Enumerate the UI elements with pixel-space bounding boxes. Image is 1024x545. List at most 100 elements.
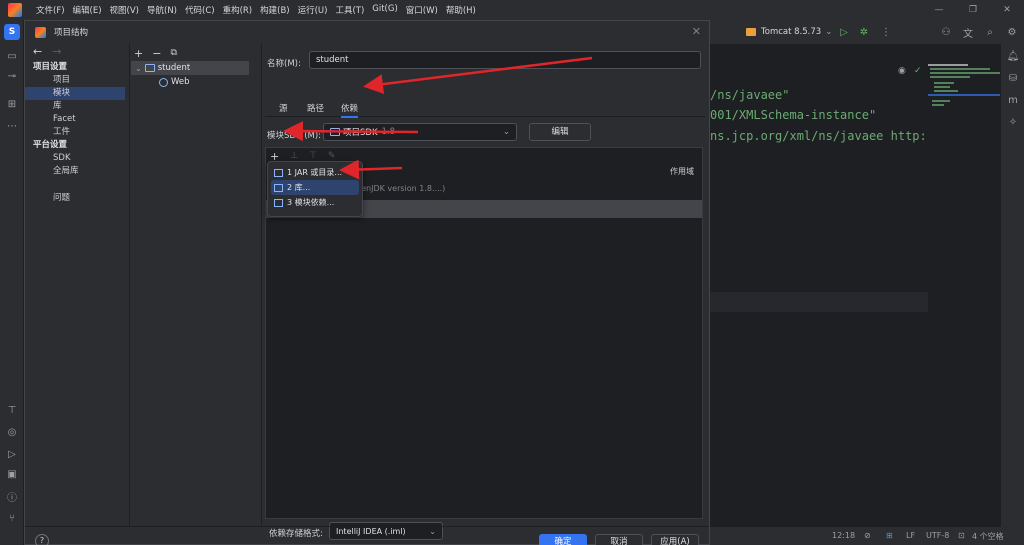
add-icon[interactable]: +: [134, 47, 143, 60]
forward-arrow-icon[interactable]: →: [52, 45, 61, 58]
move-up-icon[interactable]: ⊤: [309, 151, 317, 161]
menu-edit[interactable]: 编辑(E): [69, 4, 106, 16]
tree-node-web[interactable]: Web: [131, 75, 259, 89]
more-actions-icon[interactable]: ⋮: [876, 20, 896, 44]
no-git-icon[interactable]: ⊘: [864, 531, 871, 540]
ai-assistant-icon[interactable]: ✧: [1005, 114, 1021, 130]
settings-nav: 项目设置 项目 模块 库 Facet 工件 平台设置 SDK 全局库 问题: [25, 61, 129, 205]
nav-item-libraries[interactable]: 库: [25, 100, 129, 113]
debug-icon[interactable]: ✲: [854, 20, 874, 44]
edit-icon[interactable]: ✎: [328, 151, 336, 161]
dialog-buttons: ? 确定 取消 应用(A): [25, 526, 709, 545]
nav-item-problems[interactable]: 问题: [25, 192, 129, 205]
nav-item-project[interactable]: 项目: [25, 74, 129, 87]
popup-item-label: 1 JAR 或目录...: [287, 168, 343, 177]
copy-icon[interactable]: ⧉: [170, 48, 176, 58]
tree-toolbar: + − ⧉: [131, 43, 259, 61]
run-icon[interactable]: ▷: [834, 20, 854, 44]
back-arrow-icon[interactable]: ←: [33, 45, 42, 58]
popup-item-module-dependency[interactable]: 3 模块依赖...: [271, 195, 359, 210]
intellij-logo-icon: [35, 26, 46, 38]
structure-icon[interactable]: ⊞: [4, 96, 20, 112]
tree-node-label: student: [157, 63, 191, 73]
commit-icon[interactable]: ⊸: [4, 68, 20, 84]
menu-file[interactable]: 文件(F): [32, 4, 69, 16]
lock-icon[interactable]: ⊡: [958, 531, 965, 540]
minimap[interactable]: [928, 64, 1002, 124]
check-icon: ✓: [914, 66, 922, 76]
search-icon[interactable]: ⌕: [980, 20, 1000, 44]
line-separator[interactable]: LF: [906, 531, 915, 540]
menu-tools[interactable]: 工具(T): [331, 4, 368, 16]
cancel-button[interactable]: 取消: [595, 534, 643, 545]
terminal-icon[interactable]: ▣: [4, 466, 20, 482]
more-tools-icon[interactable]: ⋯: [4, 118, 20, 134]
popup-item-label: 3 模块依赖...: [287, 198, 335, 207]
problems-icon[interactable]: ⓘ: [4, 488, 20, 504]
menu-view[interactable]: 视图(V): [106, 4, 143, 16]
sdk-select[interactable]: 项目SDK 1.8 ⌄: [323, 123, 517, 141]
git-icon[interactable]: ⑂: [4, 510, 20, 526]
tree-node-student[interactable]: ⌄ student: [131, 61, 249, 75]
right-tool-strip: 🔔︎ ⛁ m ✧: [1000, 44, 1024, 545]
menu-build[interactable]: 构建(B): [256, 4, 293, 16]
menu-run[interactable]: 运行(U): [294, 4, 332, 16]
sdk-version: 1.8: [381, 127, 396, 137]
indent-setting[interactable]: 4 个空格: [972, 531, 1004, 542]
table-row[interactable]: (enJDK version 1.8....): [358, 184, 445, 193]
chevron-down-icon[interactable]: ⌄: [135, 64, 142, 73]
tab-sources[interactable]: 源: [279, 102, 288, 114]
nav-item-artifacts[interactable]: 工件: [25, 126, 129, 139]
maven-icon[interactable]: m: [1005, 92, 1021, 108]
minimize-icon[interactable]: —: [922, 0, 956, 20]
cursor-position[interactable]: 12:18: [832, 531, 855, 540]
translate-icon[interactable]: 文: [958, 20, 978, 44]
popup-item-library[interactable]: 2 库...: [271, 180, 359, 195]
apply-button[interactable]: 应用(A): [651, 534, 699, 545]
status-bar: 12:18 ⊘ ⊞ LF UTF-8 ⊡ 4 个空格: [710, 527, 1024, 545]
menu-git[interactable]: Git(G): [368, 4, 402, 16]
ok-button[interactable]: 确定: [539, 534, 587, 545]
edit-sdk-button[interactable]: 编辑: [529, 123, 591, 141]
tomcat-icon: [746, 28, 756, 36]
web-facet-icon: [159, 77, 168, 87]
menu-refactor[interactable]: 重构(R): [219, 4, 257, 16]
reader-mode-icon[interactable]: ◉: [898, 66, 906, 76]
tab-dependencies[interactable]: 依赖: [341, 102, 359, 118]
add-user-icon[interactable]: ⚇: [936, 20, 956, 44]
jar-icon: [274, 168, 283, 177]
run-config-selector[interactable]: Tomcat 8.5.73 ⌄: [746, 27, 832, 37]
nav-item-facets[interactable]: Facet: [25, 113, 129, 126]
file-encoding[interactable]: UTF-8: [926, 531, 949, 540]
close-window-icon[interactable]: ✕: [990, 0, 1024, 20]
menu-code[interactable]: 代码(C): [181, 4, 219, 16]
gear-icon[interactable]: ⚙: [1002, 20, 1022, 44]
notifications-icon[interactable]: 🔔︎: [1005, 48, 1021, 64]
name-field[interactable]: student: [309, 51, 701, 69]
run-tool-icon[interactable]: ▷: [4, 446, 20, 462]
move-down-icon[interactable]: ⊥: [290, 151, 298, 161]
nav-item-sdk[interactable]: SDK: [25, 152, 129, 165]
project-badge[interactable]: S: [4, 24, 20, 40]
menu-window[interactable]: 窗口(W): [402, 4, 442, 16]
database-icon[interactable]: ⛁: [1005, 70, 1021, 86]
folder-icon[interactable]: ▭: [4, 48, 20, 64]
module-icon: [274, 198, 283, 207]
help-button[interactable]: ?: [35, 534, 49, 545]
popup-item-jar[interactable]: 1 JAR 或目录...: [271, 165, 359, 180]
dialog-title-bar[interactable]: 项目结构: [25, 21, 709, 43]
nav-item-global-libraries[interactable]: 全局库: [25, 165, 129, 178]
menu-navigate[interactable]: 导航(N): [143, 4, 181, 16]
services-icon[interactable]: ◎: [4, 424, 20, 440]
build-icon[interactable]: ⊤: [4, 402, 20, 418]
windows-icon[interactable]: ⊞: [886, 531, 893, 540]
library-icon: [274, 183, 283, 192]
project-structure-dialog: 项目结构 ✕ ← → 项目设置 项目 模块 库 Facet 工件 平台设置 SD…: [24, 20, 710, 545]
menu-help[interactable]: 帮助(H): [442, 4, 480, 16]
tab-paths[interactable]: 路径: [307, 102, 324, 114]
module-tree: + − ⧉ ⌄ student Web: [131, 43, 259, 89]
close-icon[interactable]: ✕: [692, 25, 701, 38]
restore-icon[interactable]: ❐: [956, 0, 990, 20]
remove-icon[interactable]: −: [152, 47, 161, 60]
nav-item-modules[interactable]: 模块: [25, 87, 125, 100]
